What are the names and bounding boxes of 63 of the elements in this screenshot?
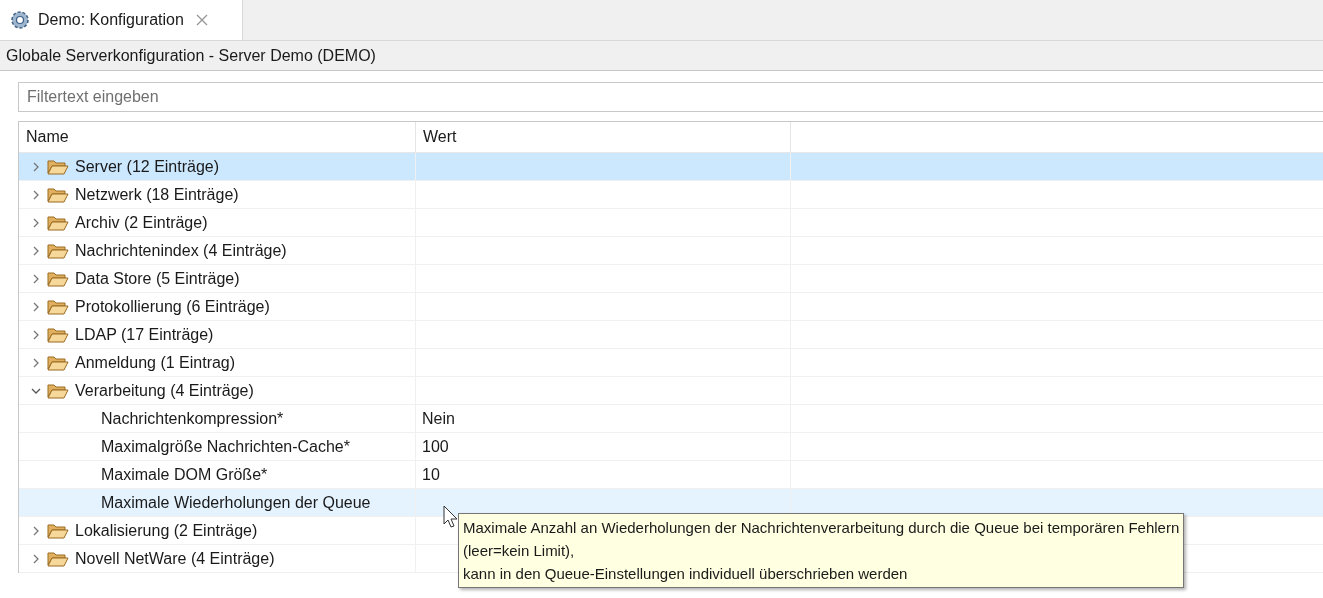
tree-item-label: Novell NetWare (4 Einträge) [75,548,275,569]
tree-item-label: Data Store (5 Einträge) [75,268,240,289]
close-icon[interactable] [195,14,208,26]
tree-row[interactable]: LDAP (17 Einträge) [19,321,1323,349]
folder-icon [47,270,69,287]
tree-row[interactable]: Verarbeitung (4 Einträge) [19,377,1323,405]
folder-icon [47,326,69,343]
editor-tab[interactable]: Demo: Konfiguration [0,0,243,40]
setting-name: Maximale Wiederholungen der Queue [100,492,371,513]
setting-value: Nein [422,408,455,429]
setting-value: 10 [422,464,440,485]
chevron-right-icon[interactable] [31,217,41,228]
tree-row[interactable]: Data Store (5 Einträge) [19,265,1323,293]
setting-name: Nachrichtenkompression* [100,408,284,429]
tree-row[interactable]: Server (12 Einträge) [19,153,1323,181]
chevron-right-icon[interactable] [31,553,41,564]
tree-row[interactable]: Anmeldung (1 Eintrag) [19,349,1323,377]
column-header[interactable]: Name [26,125,69,149]
chevron-right-icon[interactable] [31,273,41,284]
folder-icon [47,522,69,539]
chevron-right-icon[interactable] [31,189,41,200]
tree-item-label: Nachrichtenindex (4 Einträge) [75,240,287,261]
folder-icon [47,354,69,371]
tree-item-label: Lokalisierung (2 Einträge) [75,520,258,541]
tree-row[interactable]: Nachrichtenindex (4 Einträge) [19,237,1323,265]
chevron-right-icon[interactable] [31,357,41,368]
column-header[interactable]: Wert [423,125,457,149]
chevron-right-icon[interactable] [31,161,41,172]
chevron-right-icon[interactable] [31,301,41,312]
tree-row[interactable]: Maximale DOM Größe* 10 [19,461,1323,489]
tree-row[interactable]: Nachrichtenkompression* Nein [19,405,1323,433]
tree-row[interactable]: Maximale Wiederholungen der Queue [19,489,1323,517]
filter-field[interactable]: Filtertext eingeben [18,82,1323,112]
mouse-pointer-icon [443,505,459,529]
tooltip-line: kann in den Queue-Einstellungen individuell überschrieben werden [463,564,909,584]
tooltip-line: Maximale Anzahl an Wiederholungen der Nachrichtenverarbeitung durch die Queue bei temporären Fehlern [463,518,1180,538]
chevron-right-icon[interactable] [31,525,41,536]
tree-item-label: Protokollierung (6 Einträge) [75,296,270,317]
tab-title: Demo: Konfiguration [38,10,184,30]
tree-item-label: LDAP (17 Einträge) [75,324,214,345]
chevron-right-icon[interactable] [31,245,41,256]
tree-item-label: Netzwerk (18 Einträge) [75,184,239,205]
page-header: Globale Serverkonfiguration - Server Demo (DEMO) [0,41,1323,71]
tree-item-label: Anmeldung (1 Eintrag) [75,352,236,373]
chevron-right-icon[interactable] [31,329,41,340]
tree-row[interactable]: Archiv (2 Einträge) [19,209,1323,237]
tree-item-label: Archiv (2 Einträge) [75,212,208,233]
folder-icon [47,158,69,175]
folder-icon [47,298,69,315]
folder-icon [47,214,69,231]
folder-icon [47,242,69,259]
folder-icon [47,382,69,399]
setting-value: 100 [422,436,449,457]
setting-name: Maximalgröße Nachrichten-Cache* [100,436,350,457]
tree-row[interactable]: Maximalgröße Nachrichten-Cache* 100 [19,433,1323,461]
tree-item-label: Server (12 Einträge) [75,156,220,177]
folder-icon [47,186,69,203]
tree-row[interactable]: Protokollierung (6 Einträge) [19,293,1323,321]
folder-icon [47,550,69,567]
tree-row[interactable]: Netzwerk (18 Einträge) [19,181,1323,209]
setting-name: Maximale DOM Größe* [100,464,268,485]
tree-item-label: Verarbeitung (4 Einträge) [75,380,254,401]
gear-icon [10,10,30,30]
